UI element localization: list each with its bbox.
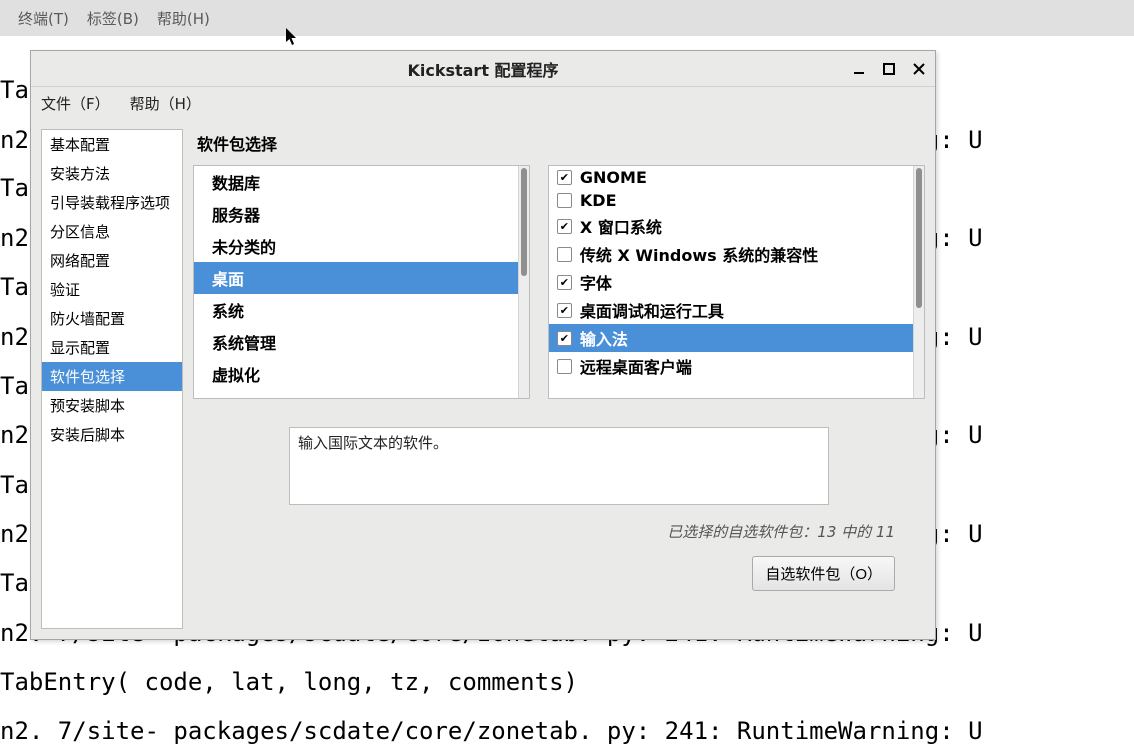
- category-item[interactable]: 系统管理: [194, 326, 518, 358]
- category-item[interactable]: 高可用性: [194, 390, 518, 398]
- package-checkbox[interactable]: [557, 275, 572, 290]
- terminal-menubar: 终端(T) 标签(B) 帮助(H): [0, 0, 1134, 36]
- package-checkbox[interactable]: [557, 219, 572, 234]
- package-checkbox[interactable]: [557, 247, 572, 262]
- maximize-button[interactable]: [881, 61, 897, 77]
- sidebar-item[interactable]: 软件包选择: [42, 362, 182, 391]
- package-checkbox[interactable]: [557, 170, 572, 185]
- package-item[interactable]: KDE: [549, 189, 913, 212]
- sidebar-item[interactable]: 显示配置: [42, 333, 182, 362]
- sidebar-item[interactable]: 防火墙配置: [42, 304, 182, 333]
- nav-sidebar: 基本配置安装方法引导装载程序选项分区信息网络配置验证防火墙配置显示配置软件包选择…: [41, 129, 183, 629]
- package-list-panel: GNOME KDE X 窗口系统传统 X Windows 系统的兼容性字体桌面调试和…: [548, 165, 925, 399]
- selected-count-label: 已选择的自选软件包：13 中的 11: [193, 505, 925, 542]
- package-checkbox[interactable]: [557, 193, 572, 208]
- sidebar-item[interactable]: 安装方法: [42, 159, 182, 188]
- category-item[interactable]: 服务器: [194, 198, 518, 230]
- sidebar-item[interactable]: 基本配置: [42, 130, 182, 159]
- package-item[interactable]: X 窗口系统: [549, 212, 913, 240]
- close-button[interactable]: [911, 61, 927, 77]
- package-label: 传统 X Windows 系统的兼容性: [580, 242, 818, 266]
- category-item[interactable]: 数据库: [194, 166, 518, 198]
- package-item[interactable]: 桌面调试和运行工具: [549, 296, 913, 324]
- panel-title: 软件包选择: [193, 129, 925, 165]
- scrollbar-thumb[interactable]: [916, 168, 922, 308]
- category-item[interactable]: 未分类的: [194, 230, 518, 262]
- category-item[interactable]: 桌面: [194, 262, 518, 294]
- optional-packages-button[interactable]: 自选软件包（O）: [752, 556, 895, 591]
- category-list-panel: 数据库服务器未分类的桌面系统系统管理虚拟化高可用性: [193, 165, 530, 399]
- package-checkbox[interactable]: [557, 331, 572, 346]
- package-description: 输入国际文本的软件。: [289, 427, 829, 505]
- package-label: 桌面调试和运行工具: [580, 298, 724, 322]
- scrollbar-thumb[interactable]: [521, 168, 527, 276]
- terminal-menu-tabs[interactable]: 标签(B): [87, 8, 139, 29]
- terminal-menu-terminal[interactable]: 终端(T): [18, 8, 69, 29]
- terminal-output-line: n2. 7/site- packages/scdate/core/zonetab…: [0, 719, 983, 743]
- sidebar-item[interactable]: 分区信息: [42, 217, 182, 246]
- app-menubar: 文件（F） 帮助（H）: [31, 87, 935, 119]
- package-label: 输入法: [580, 326, 628, 350]
- window-title: Kickstart 配置程序: [31, 57, 935, 81]
- kickstart-configurator-window: Kickstart 配置程序 文件（F） 帮助（H） 基本配置安装方法引导装载程…: [30, 50, 936, 640]
- package-item[interactable]: 输入法: [549, 324, 913, 352]
- package-label: GNOME: [580, 168, 647, 187]
- package-scrollbar[interactable]: [913, 166, 924, 398]
- package-label: 字体: [580, 270, 612, 294]
- titlebar: Kickstart 配置程序: [31, 51, 935, 87]
- category-item[interactable]: 系统: [194, 294, 518, 326]
- menu-help[interactable]: 帮助（H）: [130, 93, 201, 114]
- category-scrollbar[interactable]: [518, 166, 529, 398]
- sidebar-item[interactable]: 安装后脚本: [42, 420, 182, 449]
- minimize-button[interactable]: [851, 61, 867, 77]
- category-item[interactable]: 虚拟化: [194, 358, 518, 390]
- package-item[interactable]: 远程桌面客户端: [549, 352, 913, 380]
- package-item[interactable]: 字体: [549, 268, 913, 296]
- package-label: 远程桌面客户端: [580, 354, 692, 378]
- sidebar-item[interactable]: 网络配置: [42, 246, 182, 275]
- package-checkbox[interactable]: [557, 303, 572, 318]
- terminal-menu-help[interactable]: 帮助(H): [157, 8, 210, 29]
- sidebar-item[interactable]: 验证: [42, 275, 182, 304]
- terminal-output-line: TabEntry( code, lat, long, tz, comments): [0, 670, 578, 694]
- package-label: KDE: [580, 191, 617, 210]
- package-item[interactable]: GNOME: [549, 166, 913, 189]
- package-checkbox[interactable]: [557, 359, 572, 374]
- package-label: X 窗口系统: [580, 214, 662, 238]
- package-item[interactable]: 传统 X Windows 系统的兼容性: [549, 240, 913, 268]
- menu-file[interactable]: 文件（F）: [41, 93, 110, 114]
- sidebar-item[interactable]: 预安装脚本: [42, 391, 182, 420]
- sidebar-item[interactable]: 引导装载程序选项: [42, 188, 182, 217]
